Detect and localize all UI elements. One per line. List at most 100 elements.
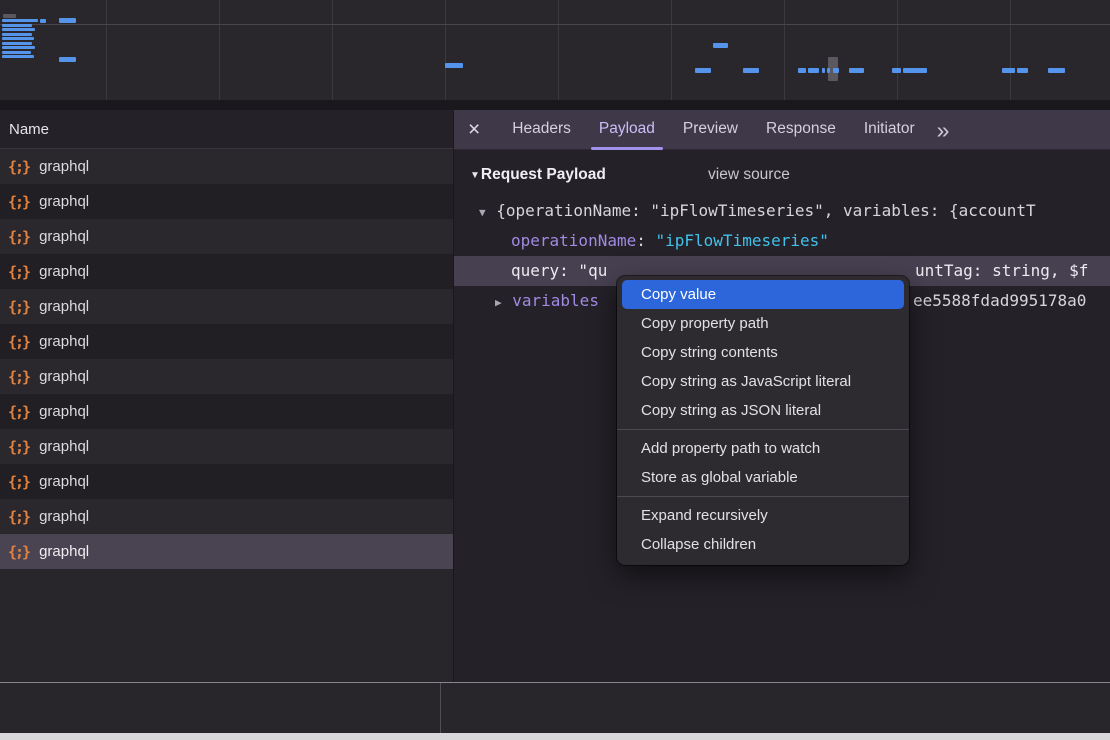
request-name-label: graphql (39, 193, 89, 210)
waterfall-bar[interactable] (2, 42, 32, 45)
network-request-row[interactable]: {;}graphql (0, 149, 453, 184)
tree-segment: operationName (511, 231, 636, 250)
view-source-link[interactable]: view source (708, 162, 790, 188)
tree-row-text: operationName: "ipFlowTimeseries" (454, 226, 829, 256)
request-name-label: graphql (39, 263, 89, 280)
json-braces-icon: {;} (8, 263, 29, 281)
tab-initiator[interactable]: Initiator (850, 110, 929, 150)
waterfall-bar[interactable] (1048, 68, 1065, 73)
network-request-row[interactable]: {;}graphql (0, 394, 453, 429)
waterfall-bar[interactable] (695, 68, 711, 73)
waterfall-bar[interactable] (892, 68, 901, 73)
network-request-row[interactable]: {;} graphql (0, 359, 453, 394)
waterfall-bar[interactable] (2, 33, 32, 36)
payload-section-title: ▼Request Payload (454, 166, 606, 184)
close-icon[interactable]: × (468, 111, 480, 149)
waterfall-gridline (445, 0, 446, 100)
waterfall-bar[interactable] (849, 68, 864, 73)
network-request-row[interactable]: {;} graphql (0, 254, 453, 289)
tab-payload[interactable]: Payload (585, 110, 669, 150)
waterfall-gridline (671, 0, 672, 100)
waterfall-lane-divider (0, 24, 1110, 25)
json-braces-icon: {;} (8, 473, 29, 491)
request-name-label: graphql (39, 403, 89, 420)
more-tabs-icon[interactable]: » (937, 112, 948, 148)
footer-divider-vertical (440, 683, 441, 733)
network-request-row[interactable]: {;}graphql (0, 429, 453, 464)
waterfall-bar[interactable] (59, 18, 76, 23)
menu-item-copy-string-as-javascript-literal[interactable]: Copy string as JavaScript literal (622, 367, 904, 396)
waterfall-bar[interactable] (903, 68, 927, 73)
waterfall-bar[interactable] (1017, 68, 1028, 73)
request-name-label: graphql (39, 228, 89, 245)
json-braces-icon: {;} (8, 193, 29, 211)
waterfall-bar[interactable] (713, 43, 728, 48)
context-menu: Copy valueCopy property pathCopy string … (617, 276, 909, 565)
network-request-list: Name {;} graphql {;} graphql {;} graphql {;} gr… (0, 110, 453, 682)
waterfall-bar[interactable] (445, 63, 463, 68)
waterfall-gridline (784, 0, 785, 100)
menu-item-add-property-path-to-watch[interactable]: Add property path to watch (622, 434, 904, 463)
network-request-row[interactable]: {;}graphql (0, 534, 453, 569)
tree-clipped-fragment: ee5588fdad995178a0 (913, 286, 1086, 316)
waterfall-bar[interactable] (2, 55, 34, 58)
network-request-row[interactable]: {;}graphql (0, 324, 453, 359)
network-overview-waterfall[interactable] (0, 0, 1110, 100)
request-name-label: graphql (39, 298, 89, 315)
json-braces-icon: {;} (8, 228, 29, 246)
waterfall-gray-bar (3, 14, 16, 18)
request-payload-header[interactable]: ▼Request Payload (454, 162, 606, 188)
waterfall-bar[interactable] (743, 68, 759, 73)
context-menu-group: Copy valueCopy property pathCopy string … (617, 280, 909, 425)
menu-item-copy-value[interactable]: Copy value (622, 280, 904, 309)
payload-tree-row[interactable]: operationName: "ipFlowTimeseries" (454, 226, 1110, 256)
menu-item-store-as-global-variable[interactable]: Store as global variable (622, 463, 904, 492)
menu-item-copy-property-path[interactable]: Copy property path (622, 309, 904, 338)
devtools-window: Name {;} graphql {;} graphql {;} graphql {;} gr… (0, 0, 1110, 740)
waterfall-gridline (219, 0, 220, 100)
payload-tree-row[interactable]: ▼ {operationName: "ipFlowTimeseries", va… (454, 196, 1110, 226)
network-request-row[interactable]: {;} graphql (0, 219, 453, 254)
waterfall-bar[interactable] (822, 68, 825, 73)
waterfall-bar[interactable] (2, 19, 38, 22)
tab-headers[interactable]: Headers (498, 110, 585, 150)
json-braces-icon: {;} (8, 438, 29, 456)
network-request-row[interactable]: {;} graphql (0, 184, 453, 219)
network-request-row[interactable]: {;}graphql (0, 289, 453, 324)
waterfall-bar[interactable] (40, 19, 46, 23)
waterfall-bar[interactable] (2, 24, 32, 27)
tree-row-text: query: "qu (454, 256, 607, 286)
waterfall-bar[interactable] (59, 57, 76, 62)
menu-item-expand-recursively[interactable]: Expand recursively (622, 501, 904, 530)
tree-segment: : (636, 231, 655, 250)
waterfall-bar[interactable] (1002, 68, 1015, 73)
menu-item-copy-string-as-json-literal[interactable]: Copy string as JSON literal (622, 396, 904, 425)
tree-segment: variables (512, 291, 599, 310)
waterfall-bar[interactable] (2, 28, 35, 31)
waterfall-bar[interactable] (833, 68, 839, 73)
collapse-triangle-icon[interactable]: ▼ (470, 170, 480, 181)
waterfall-bar[interactable] (827, 68, 830, 73)
menu-item-copy-string-contents[interactable]: Copy string contents (622, 338, 904, 367)
tree-row-text: ▼ {operationName: "ipFlowTimeseries", va… (454, 196, 1036, 226)
waterfall-bar[interactable] (2, 37, 34, 40)
waterfall-gridline (332, 0, 333, 100)
network-request-row[interactable]: {;}graphql (0, 464, 453, 499)
waterfall-gridline (558, 0, 559, 100)
menu-item-collapse-children[interactable]: Collapse children (622, 530, 904, 559)
request-name-label: graphql (39, 508, 89, 525)
waterfall-gridline (1010, 0, 1011, 100)
waterfall-bar[interactable] (2, 51, 31, 54)
json-braces-icon: {;} (8, 508, 29, 526)
request-name-label: graphql (39, 543, 89, 560)
request-name-label: graphql (39, 368, 89, 385)
name-column-header[interactable]: Name (0, 110, 453, 149)
network-request-row[interactable]: {;} graphql (0, 499, 453, 534)
tab-response[interactable]: Response (752, 110, 850, 150)
waterfall-bar[interactable] (808, 68, 819, 73)
waterfall-bar[interactable] (2, 46, 35, 49)
waterfall-bar[interactable] (798, 68, 806, 73)
tab-preview[interactable]: Preview (669, 110, 752, 150)
context-menu-group: Expand recursivelyCollapse children (617, 496, 909, 559)
json-braces-icon: {;} (8, 368, 29, 386)
